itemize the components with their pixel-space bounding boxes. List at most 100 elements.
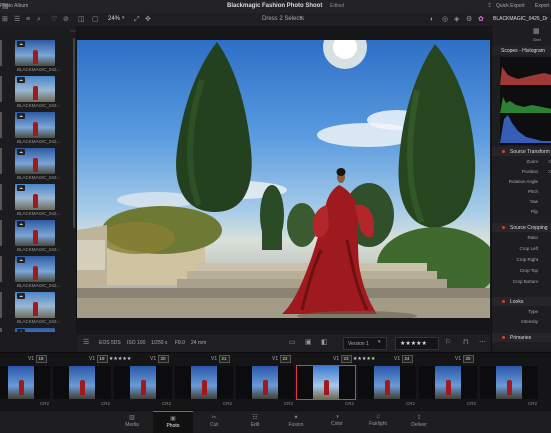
clip-image [313,366,339,399]
list-view-icon[interactable]: ☰ [14,16,20,23]
enabled-dot-icon[interactable] [502,300,505,303]
cloud-badge-icon: ☁ [17,221,25,227]
tool-icon-2[interactable]: ◎ [442,16,448,23]
pan-icon[interactable]: ✥ [145,16,151,23]
nav-photo[interactable]: ▣ Photo [153,411,193,433]
flag-icon[interactable]: ⚐ [445,339,451,346]
compare-split-icon[interactable]: ◧ [321,339,328,346]
bookmark-icon[interactable]: ⊓ [463,339,468,346]
primaries-title: Primaries [510,335,532,341]
thumbnail-figure [33,230,38,244]
enabled-dot-icon[interactable] [502,336,505,339]
version-label: Version 1 [348,341,369,347]
enabled-dot-icon[interactable] [502,226,505,229]
color-wheel-icon[interactable]: ✿ [478,16,484,23]
thumbnail-label: BLACKMAGIC_042... [17,319,61,324]
clip-rating: ★★★★★ [108,356,132,362]
clip-name: CR2 [345,401,355,406]
iso-value: ISO 100 [127,340,146,346]
thumbnail-edge [0,148,2,174]
nav-edit[interactable]: ☷ Edit [235,411,275,432]
looks-header[interactable]: Looks [492,297,551,306]
enabled-dot-icon[interactable] [502,150,505,153]
reject-icon[interactable]: ⊘ [63,16,69,23]
export-button[interactable]: Export [535,3,549,9]
viewer-info-bar: ☰ EOS 5DS ISO 100 1/250 s F8.0 24 mm ▭ ▣… [77,333,490,352]
clip-track: V1 [150,356,157,362]
clip-header: V1 23 ★★★★★ [333,355,375,364]
scopes-title: Scopes - Histogram [501,48,545,54]
toolbar: ⊞ ☰ ≡ ⌕ ♡ ⊘ ◫ ▢ 24% ▾ ⤢ ✥ Dress 2 Select… [0,13,551,27]
clip-thumbnail[interactable] [358,366,416,399]
tool-icon-1[interactable]: ◐ [430,16,434,23]
clip-thumbnail[interactable] [480,366,538,399]
camera-model: EOS 5DS [99,340,121,346]
clip-track: V1 [333,356,340,362]
clip-figure [507,380,512,395]
clip-figure [19,380,24,395]
tool-icon-4[interactable]: ⚙ [466,16,472,23]
picture-icon[interactable]: ▣ [305,339,312,346]
current-file-name: BLACKMAGIC_0426_Dr [493,16,548,22]
nav-color[interactable]: ◑ Color [317,411,357,432]
nav-cut[interactable]: ✂ Cut [194,411,234,432]
primaries-header[interactable]: Primaries [492,333,551,342]
property-label: Yaw [529,199,538,204]
rating-control[interactable]: ★★★★★ [395,337,439,350]
source-transform-header[interactable]: Source Transform [492,147,551,156]
clip-thumbnail[interactable] [175,366,233,399]
clip-number: 25 [462,355,474,363]
grid-view-icon[interactable]: ⊞ [2,16,8,23]
zoom-chevron-icon[interactable]: ▾ [122,16,125,21]
property-label: Flip [530,209,538,214]
histogram-scope [500,57,551,145]
clip-thumbnail[interactable] [53,366,111,399]
clip-number: 19 [96,355,108,363]
clip-thumbnail[interactable] [296,365,356,400]
nav-fusion[interactable]: ✦ Fusion [276,411,316,432]
property-label: Crop Top [519,268,538,273]
search-icon[interactable]: ⌕ [37,16,41,23]
photo-preview[interactable] [77,40,490,318]
clip-thumbnail[interactable] [419,366,477,399]
zoom-level[interactable]: 24% [108,16,120,22]
more-viewer-icon[interactable]: ⋯ [479,339,486,346]
nav-color-icon: ◑ [335,414,339,420]
nav-deliver[interactable]: ⇪ Deliver [399,411,439,432]
more-options-icon[interactable]: ⋯ [70,29,76,35]
thumbnail-figure [33,158,38,172]
title-bar: ▤ Photo Album Blackmagic Fashion Photo S… [0,0,551,14]
favorite-icon[interactable]: ♡ [51,16,57,23]
source-cropping-title: Source Cropping [510,225,548,231]
grid-tool-icon[interactable]: ▦ [533,28,540,35]
nav-media-icon: ▥ [129,415,135,421]
clip-thumbnail[interactable] [0,366,50,399]
nav-fairlight-icon: ♫ [375,414,381,420]
nav-label: Media [125,422,139,428]
nav-media[interactable]: ▥ Media [112,411,152,432]
viewer-icon[interactable]: ▢ [92,16,99,23]
version-select[interactable]: Version 1 ▾ [343,337,387,350]
clip-selector[interactable]: Dress 2 Selects [262,16,304,22]
clip-thumbnail[interactable] [236,366,294,399]
metadata-icon[interactable]: ☰ [83,339,89,346]
clip-number: 23 [340,355,352,363]
menu-icon[interactable]: ≡ [26,16,30,23]
quick-export-icon[interactable]: ⇪ [487,3,492,9]
browser-header: ⋯ [0,28,76,38]
clip-image [374,366,400,399]
album-label[interactable]: Photo Album [0,3,28,9]
source-cropping-header[interactable]: Source Cropping [492,223,551,232]
compare-icon[interactable]: ◫ [78,16,85,23]
clip-figure [202,380,207,395]
tool-icon-3[interactable]: ◈ [454,16,459,23]
quick-export-button[interactable]: Quick Export [496,3,525,9]
clip-thumbnail[interactable] [114,366,172,399]
clip-selector-chevron-icon[interactable]: ▾ [300,16,303,21]
thumbnail-edge [0,256,2,282]
scrollbar[interactable] [73,38,75,228]
cloud-badge-icon: ☁ [17,329,25,332]
nav-fairlight[interactable]: ♫ Fairlight [358,411,398,432]
fit-icon[interactable]: ⤢ [134,16,140,23]
overlay-icon[interactable]: ▭ [289,339,296,346]
